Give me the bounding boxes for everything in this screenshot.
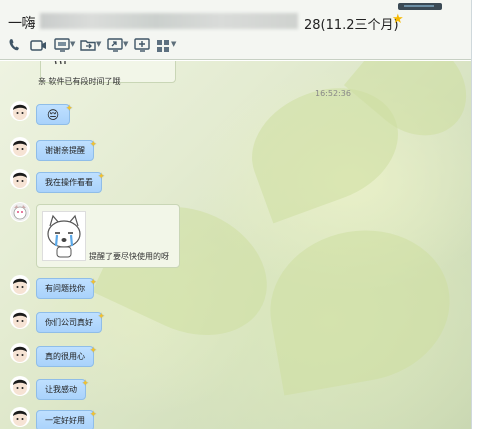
voice-call-icon[interactable] [8, 37, 22, 55]
message-text: 有问题找你 [45, 284, 85, 293]
apps-grid-icon[interactable] [156, 37, 170, 55]
outgoing-message[interactable]: 让我感动 ✦ [36, 379, 89, 400]
sad-emoji-icon: 😔 [46, 108, 60, 122]
contact-avatar[interactable] [10, 202, 30, 222]
redacted-contact-name [40, 13, 298, 29]
chevron-down-icon[interactable]: ▼ [70, 40, 75, 48]
outgoing-message[interactable]: 😔 ✦ [36, 104, 73, 125]
outgoing-message[interactable]: 有问题找你 ✦ [36, 278, 97, 299]
user-avatar[interactable] [10, 137, 30, 157]
sparkle-icon: ✦ [97, 172, 105, 182]
message-text: 让我感动 [45, 385, 77, 394]
user-avatar[interactable] [10, 376, 30, 396]
window-controls-badge[interactable] [398, 3, 442, 10]
user-avatar[interactable] [10, 169, 30, 189]
sparkle-icon: ✦ [65, 104, 73, 114]
invite-icon[interactable] [134, 37, 152, 55]
outgoing-message[interactable]: 真的很用心 ✦ [36, 346, 97, 367]
chat-toolbar: ▼ ▼ ▼ ▼ [0, 33, 471, 60]
title-bar: 一嗨 28(11.2三个月) ★ [0, 0, 471, 33]
chevron-down-icon[interactable]: ▼ [123, 40, 128, 48]
sparkle-icon: ✦ [89, 346, 97, 356]
user-avatar[interactable] [10, 407, 30, 427]
message-text: 提醒了要尽快使用的呀 [89, 252, 169, 261]
user-avatar[interactable] [10, 309, 30, 329]
user-avatar[interactable] [10, 101, 30, 121]
sparkle-icon: ✦ [97, 312, 105, 322]
sparkle-icon: ✦ [81, 379, 89, 389]
message-text: 一定好好用 [45, 416, 85, 425]
contact-name-suffix: 28(11.2三个月) [304, 18, 399, 33]
crying-cat-sticker[interactable] [42, 211, 86, 261]
outgoing-message[interactable]: 我在操作看看 ✦ [36, 172, 105, 193]
incoming-sticker-message[interactable]: 提醒了要尽快使用的呀 [36, 204, 180, 268]
sparkle-icon: ✦ [89, 278, 97, 288]
outgoing-message[interactable]: 一定好好用 ✦ [36, 410, 97, 429]
message-text: 亲 软件已有段时间了哦 [38, 77, 121, 86]
outgoing-message[interactable]: 你们公司真好 ✦ [36, 312, 105, 333]
background-leaf [258, 216, 462, 396]
outgoing-message[interactable]: 谢谢亲提醒 ✦ [36, 140, 97, 161]
message-list[interactable]: 亲 软件已有段时间了哦 16:52:36 😔 ✦ 谢谢亲提醒 ✦ 我在操作看看 ✦ [0, 61, 471, 429]
window-edge [472, 0, 479, 429]
user-avatar[interactable] [10, 275, 30, 295]
message-text: 我在操作看看 [45, 178, 93, 187]
sparkle-icon: ✦ [89, 140, 97, 150]
chat-window: 一嗨 28(11.2三个月) ★ ▼ ▼ ▼ ▼ 亲 软件已有段时间了哦 16:… [0, 0, 472, 429]
sparkle-icon: ✦ [89, 410, 97, 420]
contact-name-prefix: 一嗨 [8, 16, 36, 32]
chevron-down-icon[interactable]: ▼ [96, 40, 101, 48]
video-call-icon[interactable] [30, 37, 48, 55]
message-text: 谢谢亲提醒 [45, 146, 85, 155]
message-text: 你们公司真好 [45, 318, 93, 327]
user-avatar[interactable] [10, 343, 30, 363]
chevron-down-icon[interactable]: ▼ [171, 40, 176, 48]
sticker-thumbnail [54, 61, 66, 65]
message-text: 真的很用心 [45, 352, 85, 361]
star-icon[interactable]: ★ [392, 12, 404, 27]
message-timestamp: 16:52:36 [315, 89, 351, 98]
